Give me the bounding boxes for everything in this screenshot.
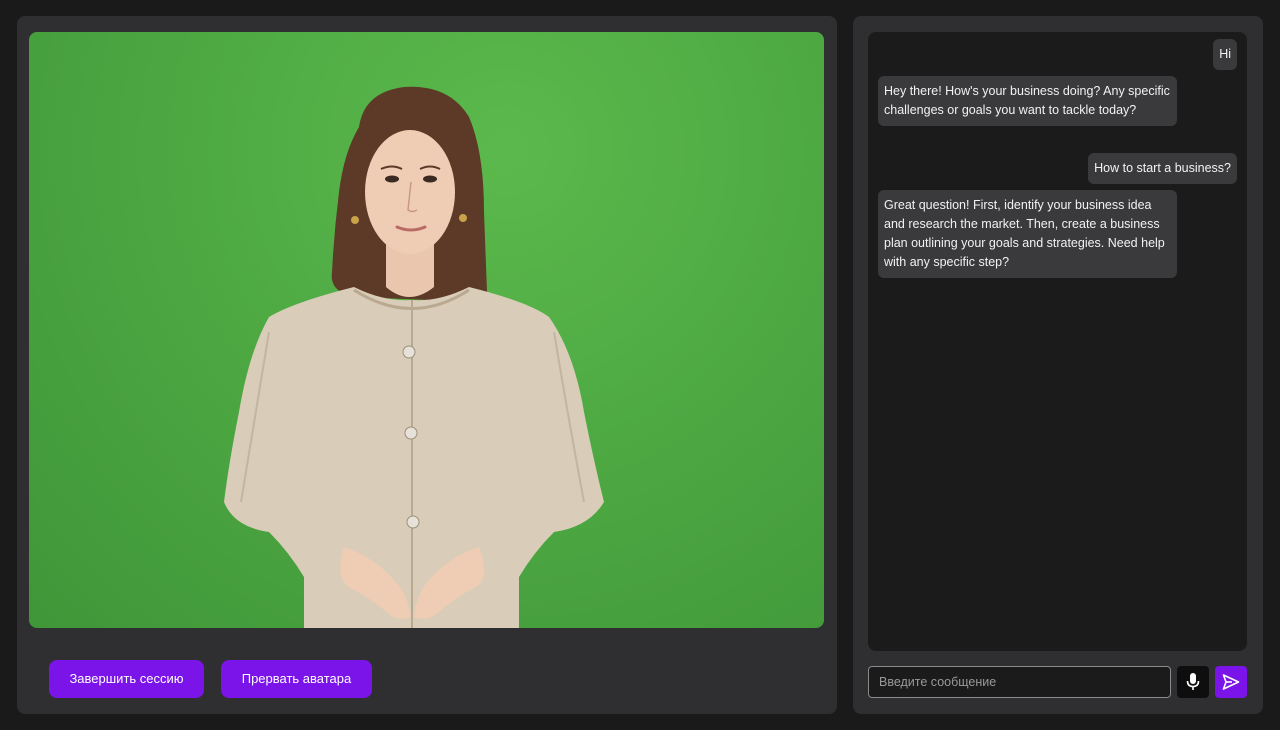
- interrupt-avatar-button[interactable]: Прервать аватара: [221, 660, 372, 698]
- message-composer: [868, 666, 1247, 700]
- assistant-message: Great question! First, identify your bus…: [878, 190, 1177, 278]
- end-session-button[interactable]: Завершить сессию: [49, 660, 204, 698]
- microphone-button[interactable]: [1177, 666, 1209, 698]
- send-icon: [1222, 674, 1240, 690]
- microphone-icon: [1186, 673, 1200, 690]
- avatar-video: [29, 32, 824, 628]
- avatar-panel: Завершить сессию Прервать аватара: [17, 16, 837, 714]
- send-button[interactable]: [1215, 666, 1247, 698]
- avatar-figure: [224, 86, 604, 628]
- user-message: How to start a business?: [1088, 153, 1237, 184]
- user-message: Hi: [1213, 39, 1237, 70]
- assistant-message: Hey there! How's your business doing? An…: [878, 76, 1177, 126]
- message-input[interactable]: [868, 666, 1171, 698]
- chat-history[interactable]: Hi Hey there! How's your business doing?…: [868, 32, 1247, 651]
- chat-panel: Hi Hey there! How's your business doing?…: [853, 16, 1263, 714]
